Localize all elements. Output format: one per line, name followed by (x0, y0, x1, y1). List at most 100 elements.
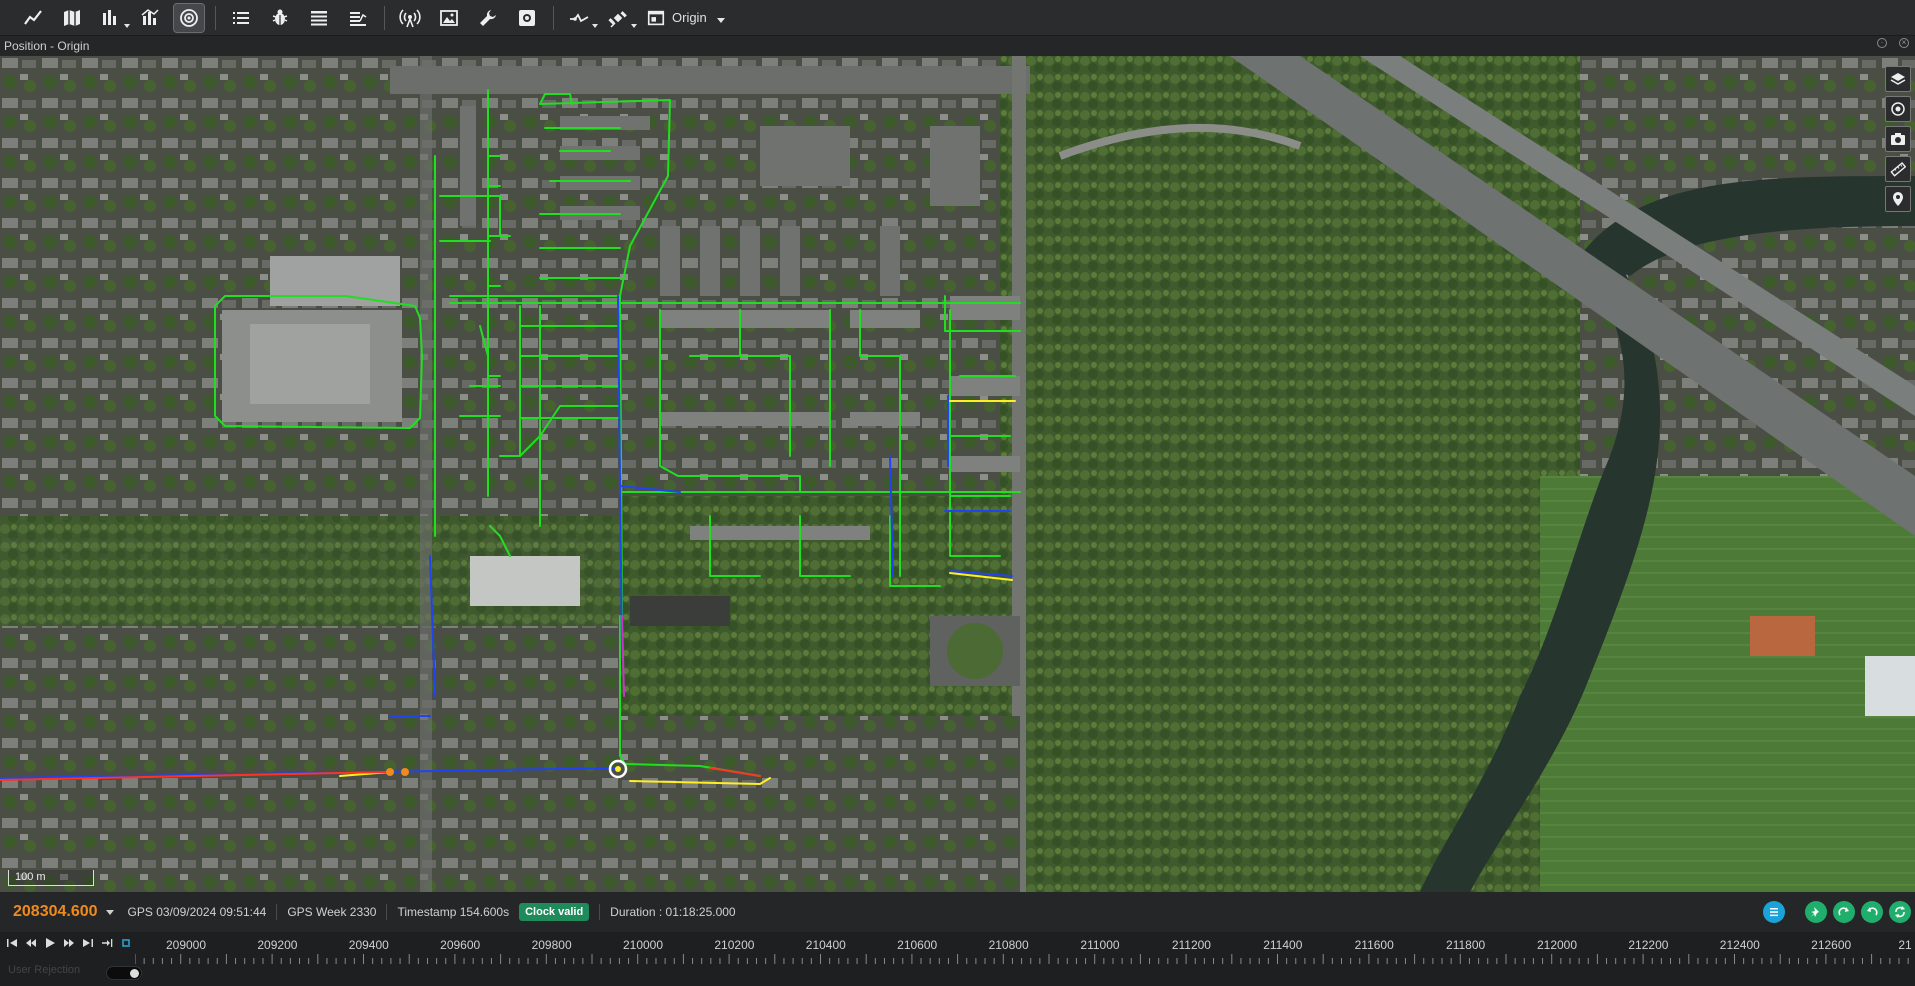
timestamp: Timestamp 154.600s (397, 905, 510, 919)
origin-dropdown[interactable]: Origin (646, 4, 725, 32)
radar-target-icon (180, 8, 198, 27)
pin-icon (1811, 907, 1819, 917)
satellite-map-image (0, 56, 1915, 892)
timeline-tick-label: 209800 (531, 938, 572, 952)
wrench-icon (480, 9, 496, 26)
refresh-button[interactable] (1889, 901, 1911, 923)
refresh-icon (1895, 906, 1905, 918)
status-actions (1763, 901, 1911, 923)
timeline-tick-label: 212000 (1536, 938, 1578, 952)
toolbar-divider (553, 5, 554, 30)
debug-button[interactable] (265, 4, 295, 32)
scale-label: 100 m (15, 871, 46, 883)
list-toggle-button[interactable] (1763, 901, 1785, 923)
timeline-tick-label: 209200 (257, 938, 298, 952)
window-icon (647, 10, 665, 25)
timeline-tick-label: 211600 (1354, 938, 1394, 952)
position-map[interactable]: 100 m (0, 56, 1915, 892)
timeline-tick-label: 211800 (1446, 938, 1486, 952)
satellite-button[interactable] (603, 4, 637, 32)
panel-controls: · × (1877, 38, 1909, 48)
antenna-signal-icon (399, 8, 421, 27)
table-icon (311, 10, 327, 25)
map-view-button[interactable] (57, 4, 87, 32)
undo-button[interactable] (1861, 901, 1883, 923)
timeline-ticks (135, 954, 1909, 964)
status-divider (276, 904, 278, 920)
map-pin-icon (1893, 192, 1903, 206)
timeline-tick-label: 212600 (1811, 938, 1852, 952)
table-chart-icon (350, 11, 367, 26)
panel-options-icon[interactable]: · (1877, 38, 1887, 48)
timeline-tick-label: 210400 (805, 938, 846, 952)
line-chart-button[interactable] (18, 4, 48, 32)
settings-button[interactable] (512, 4, 542, 32)
event-marker[interactable] (401, 768, 409, 776)
bar-chart-icon (103, 9, 116, 25)
list-icon (233, 11, 249, 24)
target-icon (1891, 102, 1905, 116)
timeline[interactable]: 209000 209200 209400 209600 209800 210000 2102… (0, 932, 1915, 986)
table-chart-button[interactable] (343, 4, 373, 32)
pin-button[interactable] (1805, 901, 1827, 923)
gps-time: GPS 03/09/2024 09:51:44 (127, 905, 267, 919)
chevron-down-icon (716, 18, 725, 23)
timeline-tick-label: 209000 (165, 938, 207, 952)
status-divider (599, 904, 601, 920)
trajectory-icon (570, 12, 589, 22)
chevron-down-icon (631, 23, 637, 28)
ruler-icon (1890, 161, 1906, 177)
measure-button[interactable] (1885, 156, 1911, 182)
timeline-tick-label: 210600 (897, 938, 938, 952)
timeline-tick-label: 209600 (440, 938, 481, 952)
center-position-button[interactable] (1885, 96, 1911, 122)
signal-button[interactable] (395, 4, 425, 32)
table-view-button[interactable] (304, 4, 334, 32)
statistics-chart-button[interactable] (135, 4, 165, 32)
current-time-value[interactable]: 208304.600 (13, 903, 98, 921)
screenshot-button[interactable] (1885, 126, 1911, 152)
timeline-tick-label: 210200 (714, 938, 755, 952)
chevron-down-icon[interactable] (105, 909, 114, 915)
timeline-tick-label: 211200 (1171, 938, 1211, 952)
position-view-button[interactable] (173, 2, 205, 33)
event-marker[interactable] (386, 768, 394, 776)
panel-title: Position - Origin (4, 39, 90, 53)
timeline-tick-label: 210800 (988, 938, 1029, 952)
trajectory-button[interactable] (564, 4, 598, 32)
timeline-tick-label: 210000 (622, 938, 664, 952)
stats-chart-icon (141, 8, 159, 25)
origin-label: Origin (672, 10, 707, 25)
list-view-button[interactable] (226, 4, 256, 32)
clock-status-badge: Clock valid (519, 903, 590, 921)
line-chart-icon (24, 9, 42, 25)
status-divider (386, 904, 388, 920)
gps-week: GPS Week 2330 (287, 905, 377, 919)
marker-button[interactable] (1885, 186, 1911, 212)
toolbar-divider (215, 5, 216, 30)
gear-icon (519, 9, 535, 26)
chevron-down-icon (592, 23, 598, 28)
image-button[interactable] (434, 4, 464, 32)
timeline-tick-label: 211000 (1080, 938, 1120, 952)
chevron-down-icon (124, 23, 130, 28)
timeline-tick-label: 21 (1898, 938, 1912, 952)
layers-icon (1890, 73, 1906, 85)
layers-button[interactable] (1885, 66, 1911, 92)
map-tool-strip (1885, 66, 1911, 212)
undo-icon (1867, 907, 1878, 916)
camera-icon (1891, 133, 1905, 145)
tools-button[interactable] (473, 4, 503, 32)
image-icon (440, 9, 458, 26)
panel-title-bar: Position - Origin · × (0, 36, 1915, 56)
bug-icon (272, 9, 288, 25)
user-rejection-toggle[interactable] (106, 966, 142, 980)
satellite-icon (608, 10, 627, 28)
main-toolbar: Origin (0, 0, 1915, 36)
timeline-tick-label: 212400 (1719, 938, 1760, 952)
close-icon[interactable]: × (1899, 38, 1909, 48)
list-icon (1770, 908, 1778, 917)
map-scale-bar: 100 m (8, 870, 94, 886)
bar-chart-button[interactable] (96, 4, 130, 32)
redo-button[interactable] (1833, 901, 1855, 923)
